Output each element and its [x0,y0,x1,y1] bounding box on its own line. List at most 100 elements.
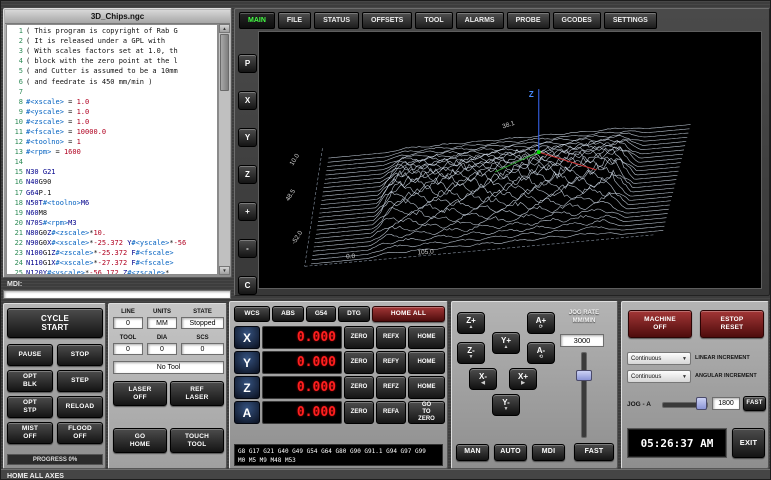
tab[interactable]: GCODES [553,12,601,29]
estop-reset-button[interactable]: ESTOP RESET [700,310,764,338]
machine-button[interactable]: FLOOD OFF [57,422,103,444]
backplot-view[interactable]: Z 10.0 48.5 -52.0 0.0 105.0 38.1 [258,31,762,289]
jog-y-plus-button[interactable]: Y+▲ [492,332,520,354]
view-control-button[interactable]: - [238,239,257,258]
scs-field-value: 0 [181,343,224,355]
abs-button[interactable]: ABS [272,306,304,322]
zero-button[interactable]: ZERO [344,376,374,399]
machine-button[interactable]: PAUSE [7,344,53,366]
line-number: 16 [9,178,26,186]
scs-field-label: SCS [181,335,224,341]
jog-x-minus-button[interactable]: X-◀ [469,368,497,390]
zero-button[interactable]: ZERO [344,326,374,349]
machine-button[interactable]: STOP [57,344,103,366]
tool-button[interactable]: REF LASER [170,381,224,406]
mode-button[interactable]: MAN [456,444,489,461]
line-text: N100G1Z#<zscale>*-25.372 F#<fscale> [26,249,174,257]
machine-button[interactable]: STEP [57,370,103,392]
axis-button[interactable]: A [234,401,260,424]
tab[interactable]: SETTINGS [604,12,657,29]
tool-field-label: TOOL [113,335,143,341]
home-all-button[interactable]: HOME ALL [372,306,445,322]
editor-scrollbar[interactable]: ▲ ▼ [218,24,230,275]
gcode-line: 23 N100G1Z#<zscale>*-25.372 F#<fscale> [9,248,217,258]
machine-button[interactable]: OPT STP [7,396,53,418]
view-control-button[interactable]: + [238,202,257,221]
view-control-button[interactable]: X [238,91,257,110]
mode-buttons: MAN AUTO MDI [456,444,565,461]
slider-thumb[interactable] [696,397,707,410]
slider-track[interactable] [581,352,587,438]
tab[interactable]: MAIN [239,12,275,29]
axis-button[interactable]: Y [234,351,260,374]
machine-off-button[interactable]: MACHINE OFF [628,310,692,338]
wcs-button[interactable]: WCS [234,306,270,322]
home-button[interactable]: HOME [408,326,445,349]
line-text: N60M8 [26,209,47,217]
tab[interactable]: STATUS [314,12,359,29]
line-text: ( It is released under a GPL with [26,37,165,45]
dro-rows: X 0.000 ZERO REFX HOME Y 0.000 ZERO REFY… [234,326,445,426]
mode-button[interactable]: AUTO [494,444,527,461]
line-number: 11 [9,128,26,136]
angular-increment-select[interactable]: Continuous ▼ [627,370,691,383]
jog-a-slider[interactable] [662,397,708,409]
ref-button[interactable]: REFA [376,401,406,424]
dro-row: X 0.000 ZERO REFX HOME [234,326,445,349]
jog-z-plus-button[interactable]: Z+▲ [457,312,485,334]
jog-a-plus-button[interactable]: A+⟳ [527,312,555,334]
scrollbar-thumb[interactable] [220,34,229,91]
jog-x-plus-button[interactable]: X+▶ [509,368,537,390]
machine-button[interactable]: OPT BLK [7,370,53,392]
mdi-input[interactable] [3,290,231,299]
view-control-button[interactable]: P [238,54,257,73]
tab[interactable]: ALARMS [456,12,504,29]
machine-button[interactable]: RELOAD [57,396,103,418]
ref-button[interactable]: REFZ [376,376,406,399]
jog-a-minus-button[interactable]: A-⟲ [527,342,555,364]
exit-button[interactable]: EXIT [732,428,765,458]
machine-button[interactable]: MIST OFF [7,422,53,444]
view-control-strip: P X Y Z + - C [238,54,257,295]
jog-z-minus-button[interactable]: Z-▼ [457,342,485,364]
jog-a-fast-button[interactable]: FAST [743,396,766,411]
axis-button[interactable]: Z [234,376,260,399]
z-axis-label: Z [529,90,534,99]
slider-thumb[interactable] [576,370,592,381]
ref-button[interactable]: REFY [376,351,406,374]
line-number: 18 [9,199,26,207]
zero-button[interactable]: ZERO [344,401,374,424]
view-control-button[interactable]: C [238,276,257,295]
tool-button[interactable]: LASER OFF [113,381,167,406]
mode-button[interactable]: MDI [532,444,565,461]
axis-button[interactable]: X [234,326,260,349]
scroll-up-icon[interactable]: ▲ [219,24,230,33]
zero-button[interactable]: ZERO [344,351,374,374]
view-control-button[interactable]: Z [238,165,257,184]
jog-rate-units: MM/MIN [556,318,612,326]
jog-fast-button[interactable]: FAST [574,443,614,461]
line-text: #<fscale> = 10000.0 [26,128,106,136]
scroll-down-icon[interactable]: ▼ [219,266,230,275]
tool-button[interactable]: TOUCH TOOL [170,428,224,453]
home-button[interactable]: GO TO ZERO [408,401,445,424]
gcode-listing[interactable]: 1 ( This program is copyright of Rab G 2… [6,24,218,275]
tab[interactable]: OFFSETS [362,12,412,29]
ref-button[interactable]: REFX [376,326,406,349]
g54-button[interactable]: G54 [306,306,336,322]
tab[interactable]: FILE [278,12,311,29]
view-control-button[interactable]: Y [238,128,257,147]
linear-increment-select[interactable]: Continuous ▼ [627,352,691,365]
home-button[interactable]: HOME [408,351,445,374]
line-text: N40G90 [26,178,51,186]
jog-rate-slider[interactable] [576,352,590,438]
cycle-start-button[interactable]: CYCLE START [7,308,103,338]
tab[interactable]: TOOL [415,12,452,29]
tab[interactable]: PROBE [507,12,550,29]
home-button[interactable]: HOME [408,376,445,399]
tool-button[interactable]: GO HOME [113,428,167,453]
dtg-button[interactable]: DTG [338,306,370,322]
jog-y-minus-button[interactable]: Y-▼ [492,394,520,416]
gcode-line: 13 #<rpm> = 1600 [9,147,217,157]
cw-arrow-icon: ⟳ [539,325,543,330]
